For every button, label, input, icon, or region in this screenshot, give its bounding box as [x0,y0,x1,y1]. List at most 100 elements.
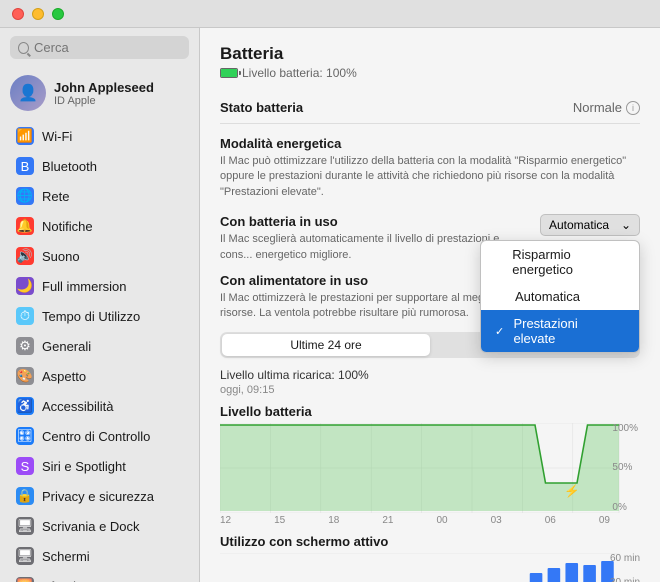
scrivania-icon: 🖥 [16,517,34,535]
sidebar-item-aspetto[interactable]: 🎨 Aspetto [6,362,193,390]
sidebar-item-notifiche[interactable]: 🔔 Notifiche [6,212,193,240]
control-label: Centro di Controllo [42,429,150,444]
tab-24h[interactable]: Ultime 24 ore [222,334,430,356]
charge-level-text: Livello ultima ricarica: 100% [220,368,640,382]
sidebar-item-sfondo[interactable]: 🌅 Sfondo [6,572,193,582]
batteria-dropdown-container: Automatica ⌄ Risparmio energetico Automa… [540,214,640,236]
wifi-label: Wi-Fi [42,129,72,144]
sidebar-item-bluetooth[interactable]: B Bluetooth [6,152,193,180]
tempo-label: Tempo di Utilizzo [42,309,140,324]
svg-text:⚡: ⚡ [564,483,580,499]
usage-section: Utilizzo con schermo attivo 60 min 30 mi… [220,534,640,582]
sidebar-item-access[interactable]: ♿ Accessibilità [6,392,193,420]
user-section[interactable]: 👤 John Appleseed ID Apple [0,67,199,119]
siri-icon: S [16,457,34,475]
dropdown-menu: Risparmio energetico Automatica ✓ Presta… [480,240,640,353]
stato-value: Normale i [573,100,640,115]
sidebar-item-wifi[interactable]: 📶 Wi-Fi [6,122,193,150]
access-icon: ♿ [16,397,34,415]
sfondo-icon: 🌅 [16,577,34,582]
avatar: 👤 [10,75,46,111]
privacy-label: Privacy e sicurezza [42,489,154,504]
con-batteria-title: Con batteria in uso [220,214,530,229]
sidebar-item-schermi[interactable]: 🖥 Schermi [6,542,193,570]
aspetto-label: Aspetto [42,369,86,384]
wifi-icon: 📶 [16,127,34,145]
battery-level-text: Livello batteria: 100% [242,66,357,80]
usage-y-labels: 60 min 30 min 0 min [610,553,640,582]
sidebar-item-suono[interactable]: 🔊 Suono [6,242,193,270]
dropdown-item-label: Prestazioni elevate [513,316,611,346]
dropdown-item-label: Automatica [515,289,580,304]
y-label-100: 100% [612,423,638,434]
con-batteria-value: Automatica [549,218,609,232]
modalita-desc: Il Mac può ottimizzare l'utilizzo della … [220,154,640,200]
user-info: John Appleseed ID Apple [54,80,154,107]
maximize-button[interactable] [52,8,64,20]
generali-label: Generali [42,339,91,354]
rete-icon: 🌐 [16,187,34,205]
tempo-icon: ⏱ [16,307,34,325]
privacy-icon: 🔒 [16,487,34,505]
sidebar-item-rete[interactable]: 🌐 Rete [6,182,193,210]
minimize-button[interactable] [32,8,44,20]
y-label-30: 30 min [610,577,640,582]
suono-icon: 🔊 [16,247,34,265]
y-label-60: 60 min [610,553,640,564]
close-button[interactable] [12,8,24,20]
battery-icon-small [220,68,238,78]
schermi-label: Schermi [42,549,90,564]
siri-label: Siri e Spotlight [42,459,126,474]
y-label-50: 50% [612,462,638,473]
sidebar: 👤 John Appleseed ID Apple 📶 Wi-Fi B Blue… [0,28,200,582]
x-axis-labels: 12 15 18 21 00 03 06 09 [220,515,640,526]
charge-time-text: oggi, 09:15 [220,384,640,396]
sidebar-item-siri[interactable]: S Siri e Spotlight [6,452,193,480]
usage-chart-svg [220,553,640,582]
sidebar-item-generali[interactable]: ⚙ Generali [6,332,193,360]
usage-chart-title: Utilizzo con schermo attivo [220,534,640,549]
battery-level-subtitle: Livello batteria: 100% [220,66,640,80]
chart-y-labels: 100% 50% 0% [612,423,640,513]
chevron-down-icon: ⌄ [621,218,631,232]
dropdown-item-label: Risparmio energetico [512,247,611,277]
x-label: 12 [220,515,231,526]
sidebar-item-scrivania[interactable]: 🖥 Scrivania e Dock [6,512,193,540]
title-bar [0,0,660,28]
sidebar-item-control[interactable]: 🎛 Centro di Controllo [6,422,193,450]
sidebar-item-tempo[interactable]: ⏱ Tempo di Utilizzo [6,302,193,330]
dropdown-item-risparmio[interactable]: Risparmio energetico [481,241,639,283]
search-icon [18,42,29,54]
focus-label: Full immersion [42,279,127,294]
con-batteria-select[interactable]: Automatica ⌄ [540,214,640,236]
sidebar-item-privacy[interactable]: 🔒 Privacy e sicurezza [6,482,193,510]
check-icon: ✓ [495,325,507,338]
stato-row: Stato batteria Normale i [220,92,640,124]
battery-chart-svg: ⚡ [220,423,640,513]
content-area: Batteria Livello batteria: 100% Stato ba… [200,28,660,582]
info-icon[interactable]: i [626,101,640,115]
x-label: 03 [491,515,502,526]
y-label-0: 0% [612,502,638,513]
stato-label: Stato batteria [220,100,303,115]
search-input[interactable] [34,40,181,55]
aspetto-icon: 🎨 [16,367,34,385]
battery-chart-area: ⚡ 100% 50% 0% [220,423,640,513]
dropdown-item-prestazioni[interactable]: ✓ Prestazioni elevate [481,310,639,352]
rete-label: Rete [42,189,69,204]
modalita-section: Modalità energetica Il Mac può ottimizza… [220,136,640,200]
schermi-icon: 🖥 [16,547,34,565]
battery-chart-section: Livello batteria [220,404,640,526]
batteria-in-uso-row: Con batteria in uso Il Mac sceglierà aut… [220,214,640,263]
bluetooth-icon: B [16,157,34,175]
sidebar-item-focus[interactable]: 🌙 Full immersion [6,272,193,300]
access-label: Accessibilità [42,399,114,414]
dropdown-item-automatica[interactable]: Automatica [481,283,639,310]
usage-chart-area: 60 min 30 min 0 min [220,553,640,582]
x-label: 18 [328,515,339,526]
modalita-title: Modalità energetica [220,136,640,151]
user-subtitle: ID Apple [54,95,154,107]
x-label: 00 [437,515,448,526]
search-box[interactable] [10,36,189,59]
sfondo-label: Sfondo [42,579,83,582]
